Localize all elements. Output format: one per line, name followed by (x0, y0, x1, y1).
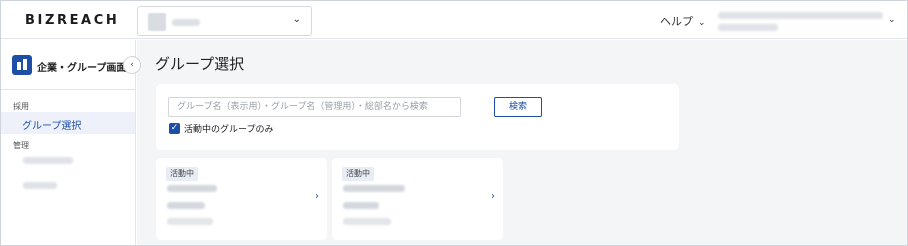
help-label: ヘルプ (660, 15, 693, 28)
active-only-label[interactable]: 活動中のグループのみ (184, 122, 273, 135)
chevron-down-icon: ⌄ (292, 14, 301, 25)
help-menu[interactable]: ヘルプ ⌄ (660, 13, 706, 29)
sidebar-title: 企業・グループ画面 (37, 63, 127, 74)
page-title: グループ選択 (155, 55, 245, 73)
group-card[interactable]: 活動中 › (332, 158, 503, 240)
sidebar-header: 企業・グループ画面 (1, 40, 135, 90)
group-sub-redacted (167, 202, 205, 209)
logo: BIZREACH (25, 13, 120, 28)
chevron-left-icon[interactable]: ‹ (123, 56, 141, 74)
search-panel: 検索 ✓ 活動中のグループのみ (156, 84, 679, 150)
top-header: BIZREACH ⌄ ヘルプ ⌄ ⌄ (1, 1, 907, 39)
building-icon (12, 55, 32, 75)
company-name-redacted (172, 19, 200, 26)
section-label-recruit: 採用 (13, 102, 29, 111)
group-meta-redacted (343, 218, 391, 225)
chevron-down-icon: ⌄ (698, 18, 706, 28)
sidebar-item-label: グループ選択 (22, 121, 82, 132)
chevron-right-icon: › (315, 191, 319, 202)
chevron-down-icon[interactable]: ⌄ (888, 15, 896, 25)
group-meta-redacted (167, 218, 213, 225)
sidebar-item-redacted[interactable] (23, 182, 57, 189)
chevron-right-icon: › (491, 191, 495, 202)
search-button[interactable]: 検索 (494, 97, 542, 117)
company-avatar (148, 13, 166, 31)
user-name-redacted[interactable] (718, 12, 883, 19)
company-select[interactable]: ⌄ (137, 6, 312, 36)
group-card[interactable]: 活動中 › (156, 158, 327, 240)
status-badge: 活動中 (166, 167, 198, 181)
status-badge: 活動中 (342, 167, 374, 181)
sidebar: 企業・グループ画面 採用 グループ選択 管理 (1, 40, 136, 245)
sidebar-item-redacted[interactable] (23, 157, 73, 164)
group-name-redacted (343, 185, 405, 192)
group-sub-redacted (343, 202, 379, 209)
section-label-admin: 管理 (13, 141, 29, 150)
group-name-redacted (167, 185, 217, 192)
main-content: グループ選択 検索 ✓ 活動中のグループのみ 活動中 › 活動中 › (137, 40, 907, 245)
active-only-checkbox[interactable]: ✓ (169, 123, 180, 134)
user-role-redacted[interactable] (718, 24, 778, 31)
sidebar-item-group-select[interactable]: グループ選択 (1, 112, 135, 134)
search-input[interactable] (168, 97, 461, 117)
